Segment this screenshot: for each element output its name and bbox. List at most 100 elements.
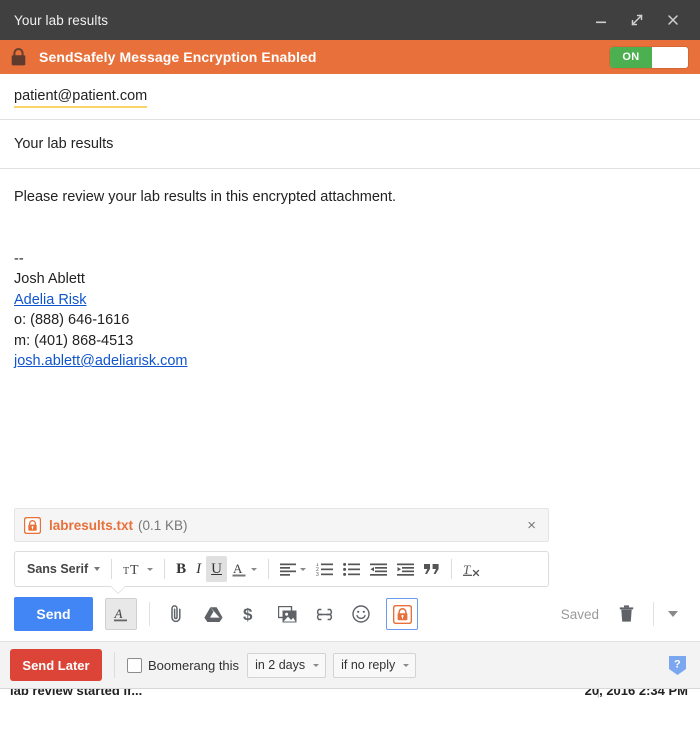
boomerang-this-checkbox[interactable] xyxy=(127,657,142,673)
trash-icon xyxy=(619,605,633,622)
toolbar-divider xyxy=(114,652,115,678)
to-input[interactable]: patient@patient.com xyxy=(14,86,148,108)
svg-text:T: T xyxy=(123,566,129,577)
close-button[interactable] xyxy=(664,11,682,29)
svg-text:$: $ xyxy=(243,605,253,624)
gmail-compose-window: Your lab results SendSafely Message Encr… xyxy=(0,0,700,732)
close-icon xyxy=(668,15,678,25)
indent-more-button[interactable] xyxy=(392,556,419,582)
attachment-filename[interactable]: labresults.txt xyxy=(49,518,133,533)
help-icon: ? xyxy=(668,655,686,675)
attach-file-button[interactable] xyxy=(160,598,192,630)
encryption-toggle[interactable]: ON xyxy=(610,46,688,68)
signature-separator: -- xyxy=(14,250,24,267)
align-left-icon xyxy=(280,563,296,576)
toolbar-divider xyxy=(164,559,166,579)
numbered-list-button[interactable]: 123 xyxy=(311,556,338,582)
bulleted-list-button[interactable] xyxy=(338,556,365,582)
svg-text:T: T xyxy=(130,563,139,577)
chevron-down-icon xyxy=(668,611,678,617)
italic-button[interactable]: I xyxy=(191,556,206,582)
underline-icon: U xyxy=(211,560,222,577)
numbered-list-icon: 123 xyxy=(316,563,333,576)
font-size-button[interactable]: T T xyxy=(118,556,158,582)
font-family-label: Sans Serif xyxy=(27,562,89,576)
attachment-chip[interactable]: labresults.txt (0.1 KB) × xyxy=(14,508,549,542)
send-button[interactable]: Send xyxy=(14,597,93,631)
attachment-size: (0.1 KB) xyxy=(138,517,188,533)
chevron-down-icon xyxy=(403,663,410,667)
format-text-icon: A xyxy=(114,606,127,621)
toolbar-divider xyxy=(451,559,452,579)
send-later-button[interactable]: Send Later xyxy=(10,649,102,681)
subject-input[interactable]: Your lab results xyxy=(14,136,113,152)
expand-button[interactable] xyxy=(628,11,646,29)
signature-mobile-phone: m: (401) 868-4513 xyxy=(14,332,134,349)
insert-emoji-button[interactable] xyxy=(345,598,377,630)
boomerang-delay-value: in 2 days xyxy=(255,658,306,672)
text-color-button[interactable]: A xyxy=(227,556,262,582)
lock-badge-icon xyxy=(392,604,412,624)
indent-more-icon xyxy=(397,563,414,576)
background-mail-list-peek: lab review started if... | 20, 2016 2:34… xyxy=(0,688,700,732)
italic-icon: I xyxy=(196,560,202,577)
toggle-formatting-button[interactable]: A xyxy=(105,598,137,630)
chevron-down-icon xyxy=(251,567,257,571)
insert-link-button[interactable] xyxy=(308,598,340,630)
bold-button[interactable]: B xyxy=(171,556,191,582)
remove-formatting-icon: T xyxy=(463,562,480,577)
body-blank-line-2 xyxy=(14,228,686,249)
dollar-icon: $ xyxy=(243,605,253,624)
background-row-date: 20, 2016 2:34 PM xyxy=(584,688,688,698)
subject-row[interactable]: Your lab results xyxy=(0,120,700,169)
compose-window-title: Your lab results xyxy=(14,12,109,28)
insert-drive-button[interactable] xyxy=(197,598,229,630)
attachments-area: labresults.txt (0.1 KB) × xyxy=(0,502,700,551)
recipients-row[interactable]: patient@patient.com xyxy=(0,74,700,120)
underline-button[interactable]: U xyxy=(206,556,227,582)
insert-photo-button[interactable] xyxy=(271,598,303,630)
text-color-icon: A xyxy=(232,561,246,576)
svg-text:?: ? xyxy=(674,658,681,670)
discard-draft-button[interactable] xyxy=(613,601,639,627)
minimize-icon xyxy=(596,21,606,24)
remove-attachment-button[interactable]: × xyxy=(525,518,538,533)
minimize-button[interactable] xyxy=(592,11,610,29)
encryption-toggle-knob xyxy=(652,46,688,68)
font-size-icon: T T xyxy=(123,563,139,577)
expand-icon xyxy=(631,14,643,26)
signature-name: Josh Ablett xyxy=(14,271,85,287)
encryption-banner-text: SendSafely Message Encryption Enabled xyxy=(39,49,317,65)
encrypt-message-button[interactable] xyxy=(386,598,418,630)
toolbar-divider xyxy=(268,559,269,579)
boomerang-bar: Send Later Boomerang this in 2 days if n… xyxy=(0,641,700,688)
toolbar-divider xyxy=(111,559,113,579)
font-family-select[interactable]: Sans Serif xyxy=(21,556,105,582)
signature-company-link[interactable]: Adelia Risk xyxy=(14,292,87,308)
message-body[interactable]: Please review your lab results in this e… xyxy=(0,169,700,502)
more-options-button[interactable] xyxy=(660,601,686,627)
svg-text:A: A xyxy=(114,606,123,621)
boomerang-condition-value: if no reply xyxy=(341,658,396,672)
format-toolbar-wrap: Sans Serif T T B I U A 1 2 3 T xyxy=(0,551,700,587)
svg-text:3: 3 xyxy=(316,572,319,576)
link-icon xyxy=(316,608,332,620)
svg-text:A: A xyxy=(233,561,243,576)
signature-office-phone: o: (888) 646-1616 xyxy=(14,312,130,328)
boomerang-condition-select[interactable]: if no reply xyxy=(333,652,417,678)
remove-formatting-button[interactable]: T xyxy=(458,556,485,582)
boomerang-delay-select[interactable]: in 2 days xyxy=(247,652,327,678)
padlock-icon xyxy=(10,46,30,68)
lock-badge-icon xyxy=(23,516,42,534)
signature-email-link[interactable]: josh.ablett@adeliarisk.com xyxy=(14,353,188,369)
insert-money-button[interactable]: $ xyxy=(234,598,266,630)
save-status: Saved xyxy=(560,606,599,622)
encryption-toggle-label: ON xyxy=(610,46,652,68)
quote-button[interactable] xyxy=(419,556,445,582)
boomerang-help-button[interactable]: ? xyxy=(666,653,688,677)
toolbar-divider xyxy=(149,602,150,626)
toolbar-notch xyxy=(111,586,125,593)
indent-less-button[interactable] xyxy=(365,556,392,582)
compose-title-bar: Your lab results xyxy=(0,0,700,40)
align-button[interactable] xyxy=(275,556,311,582)
